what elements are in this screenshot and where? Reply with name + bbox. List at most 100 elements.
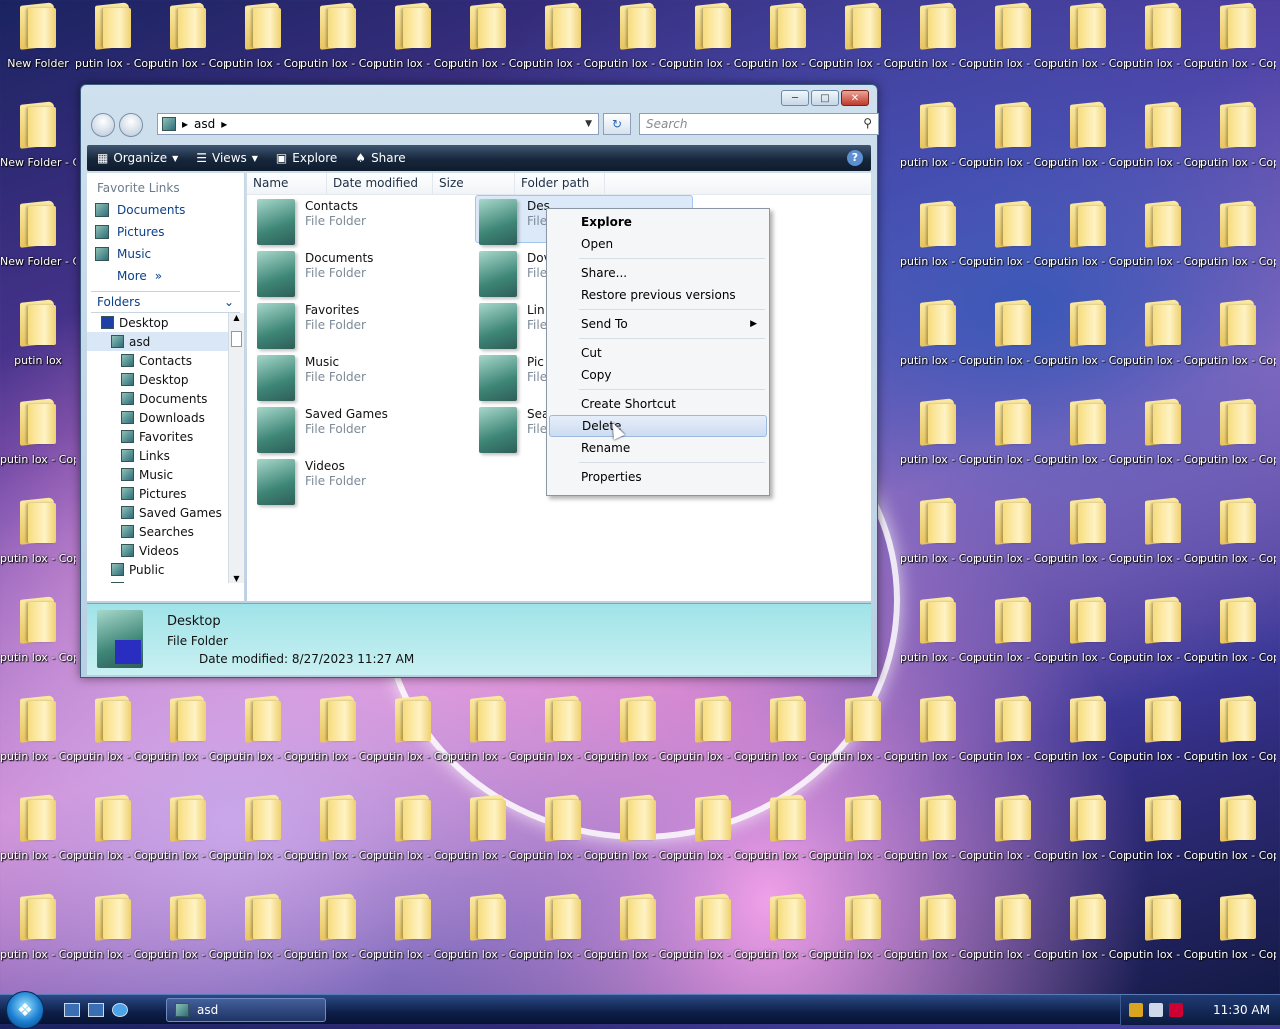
desktop-folder[interactable]: putin lox - Copy (11)... [225, 891, 301, 962]
desktop-folder[interactable]: putin lox - Copy (48) ... [1125, 99, 1201, 170]
desktop-folder[interactable]: putin lox - Copy (42)... [975, 198, 1051, 269]
switch-windows-icon[interactable] [88, 1003, 104, 1017]
folder-item[interactable]: Dov File [479, 251, 551, 297]
desktop-folder[interactable]: putin lox - Copy (4)... [75, 792, 151, 863]
explore-button[interactable]: ▣ Explore [276, 151, 337, 165]
chevron-down-icon[interactable]: ▼ [585, 119, 592, 129]
desktop-folder[interactable]: putin lox - Copy (51) ... [1200, 0, 1276, 71]
folder-item[interactable]: Music File Folder [257, 355, 366, 401]
column-header-size[interactable]: Size [433, 173, 515, 194]
desktop-folder[interactable]: putin lox - Copy (21)... [450, 891, 526, 962]
desktop-folder[interactable]: putin lox - Copy (8)... [225, 0, 301, 71]
desktop-folder[interactable]: putin lox - Copy (51)... [1125, 891, 1201, 962]
desktop-folder[interactable]: putin lox - Copy (24)... [525, 792, 601, 863]
desktop-folder[interactable]: putin lox - Copy (17)... [375, 693, 451, 764]
desktop-folder[interactable]: putin lox - Copy (5) [150, 0, 226, 71]
help-button[interactable]: ? [847, 150, 863, 166]
desktop-folder[interactable]: putin lox - Copy (50) ... [1125, 693, 1201, 764]
volume-muted-icon[interactable] [1169, 1003, 1183, 1017]
folder-item[interactable]: Des File [479, 199, 550, 245]
folder-item[interactable]: Videos File Folder [257, 459, 366, 505]
desktop-folder[interactable]: New Folder - Copy (2) [0, 198, 76, 269]
clock[interactable]: 11:30 AM [1213, 1003, 1270, 1017]
desktop-folder[interactable]: putin lox - Copy (43)... [975, 495, 1051, 566]
desktop-folder[interactable]: putin lox - Copy - Co... [0, 693, 76, 764]
menu-item-explore[interactable]: Explore [549, 211, 767, 233]
desktop-folder[interactable]: putin lox - Copy (43) ... [975, 594, 1051, 665]
internet-explorer-icon[interactable] [112, 1003, 128, 1017]
desktop-folder[interactable]: putin lox - Copy (24) [525, 693, 601, 764]
desktop-folder[interactable]: putin lox - Copy (15) [375, 0, 451, 71]
desktop-folder[interactable]: putin lox - Copy (25) [600, 0, 676, 71]
tree-item[interactable]: Links [87, 446, 244, 465]
address-bar[interactable]: ▸ asd ▸ ▼ [157, 113, 599, 135]
refresh-button[interactable]: ↻ [603, 113, 631, 135]
menu-item-cut[interactable]: Cut [549, 342, 767, 364]
views-button[interactable]: ☰ Views ▼ [196, 151, 258, 165]
desktop-folder[interactable]: putin lox - Copy (53)... [1200, 495, 1276, 566]
folder-item[interactable]: Contacts File Folder [257, 199, 366, 245]
desktop-folder[interactable]: putin lox - Copy (44) [975, 693, 1051, 764]
desktop-folder[interactable]: putin lox - Copy (17) ... [375, 792, 451, 863]
desktop-folder[interactable]: putin lox - Copy (18)... [450, 0, 526, 71]
menu-item-properties[interactable]: Properties [549, 466, 767, 488]
tree-item[interactable]: Downloads [87, 408, 244, 427]
search-input[interactable]: Search ⚲ [639, 113, 879, 135]
folder-item[interactable]: Documents File Folder [257, 251, 373, 297]
desktop-folder[interactable]: putin lox - Copy (11) [225, 792, 301, 863]
scroll-thumb[interactable] [231, 331, 242, 347]
menu-item-open[interactable]: Open [549, 233, 767, 255]
folders-header[interactable]: Folders ⌄ [91, 291, 240, 313]
menu-item-send-to[interactable]: Send To ▶ [549, 313, 767, 335]
close-button[interactable]: ✕ [841, 90, 869, 106]
desktop-folder[interactable]: putin lox - Copy (52) ... [1200, 297, 1276, 368]
desktop-folder[interactable]: putin lox - Copy (40) ... [900, 693, 976, 764]
desktop-folder[interactable]: putin lox - Copy (21) [450, 792, 526, 863]
tree-item[interactable]: Searches [87, 522, 244, 541]
desktop-folder[interactable]: putin lox - Copy (31) [675, 792, 751, 863]
desktop-folder[interactable]: putin lox [0, 297, 76, 368]
tree-item[interactable]: Desktop [87, 313, 244, 332]
folder-item[interactable]: Lin File [479, 303, 547, 349]
desktop-folder[interactable]: putin lox - Copy (4) - ... [75, 891, 151, 962]
desktop-folder[interactable]: putin lox - Copy - Co... [75, 0, 151, 71]
desktop-folder[interactable]: putin lox - Copy (46) [1050, 297, 1126, 368]
tree-item[interactable]: Saved Games [87, 503, 244, 522]
desktop-folder[interactable]: putin lox - Copy (37) ... [825, 792, 901, 863]
desktop-folder[interactable]: putin lox - Copy (45) ... [1050, 198, 1126, 269]
desktop-folder[interactable]: putin lox - Copy (53) [1200, 396, 1276, 467]
tree-item[interactable]: Computer [87, 579, 244, 583]
desktop-folder[interactable]: putin lox - Copy (41) [900, 792, 976, 863]
desktop-folder[interactable]: putin lox - Copy (14) ... [300, 891, 376, 962]
desktop-folder[interactable]: putin lox - Copy - Co... [0, 792, 76, 863]
desktop-folder[interactable]: New Folder - Copy [0, 99, 76, 170]
desktop-folder[interactable]: putin lox - Copy (34) ... [750, 891, 826, 962]
desktop-folder[interactable]: New Folder [0, 0, 76, 71]
desktop-folder[interactable]: putin lox - Copy (49)... [1125, 297, 1201, 368]
desktop-folder[interactable]: putin lox - Copy (38) ... [900, 99, 976, 170]
menu-item-restore-previous-versions[interactable]: Restore previous versions [549, 284, 767, 306]
desktop-folder[interactable]: putin lox - Copy (39) [900, 198, 976, 269]
desktop-folder[interactable]: putin lox - Copy (40)... [900, 594, 976, 665]
favorite-link-more[interactable]: More » [87, 265, 244, 287]
menu-item-delete[interactable]: Delete [549, 415, 767, 437]
desktop-folder[interactable]: putin lox - Copy (39) ... [900, 396, 976, 467]
desktop-folder[interactable]: putin lox - Copy (30) ... [675, 693, 751, 764]
desktop-folder[interactable]: putin lox - Copy (47)... [1050, 693, 1126, 764]
desktop-folder[interactable]: putin lox - Copy (37)... [825, 693, 901, 764]
desktop-folder[interactable]: putin lox - Copy - Co... [0, 594, 76, 665]
desktop-folder[interactable]: putin lox - Copy (50) [1125, 495, 1201, 566]
desktop-folder[interactable]: putin lox - Copy (49) [1125, 198, 1201, 269]
folder-item[interactable]: Favorites File Folder [257, 303, 366, 349]
desktop-folder[interactable]: putin lox - Copy (14) [300, 693, 376, 764]
folder-item[interactable]: Pic File [479, 355, 547, 401]
favorite-link-documents[interactable]: Documents [87, 199, 244, 221]
desktop-folder[interactable]: putin lox - Copy (7)... [150, 693, 226, 764]
desktop-folder[interactable]: putin lox - Copy (41) ... [975, 0, 1051, 71]
organize-button[interactable]: ▦ Organize ▼ [97, 151, 178, 165]
security-shield-icon[interactable] [1129, 1003, 1143, 1017]
desktop-folder[interactable]: putin lox - Copy (53) ... [1200, 594, 1276, 665]
desktop-folder[interactable]: putin lox - Copy (40) [900, 495, 976, 566]
desktop-folder[interactable]: putin lox - Copy (42) ... [975, 297, 1051, 368]
desktop-folder[interactable]: putin lox - Copy (21) ... [525, 0, 601, 71]
